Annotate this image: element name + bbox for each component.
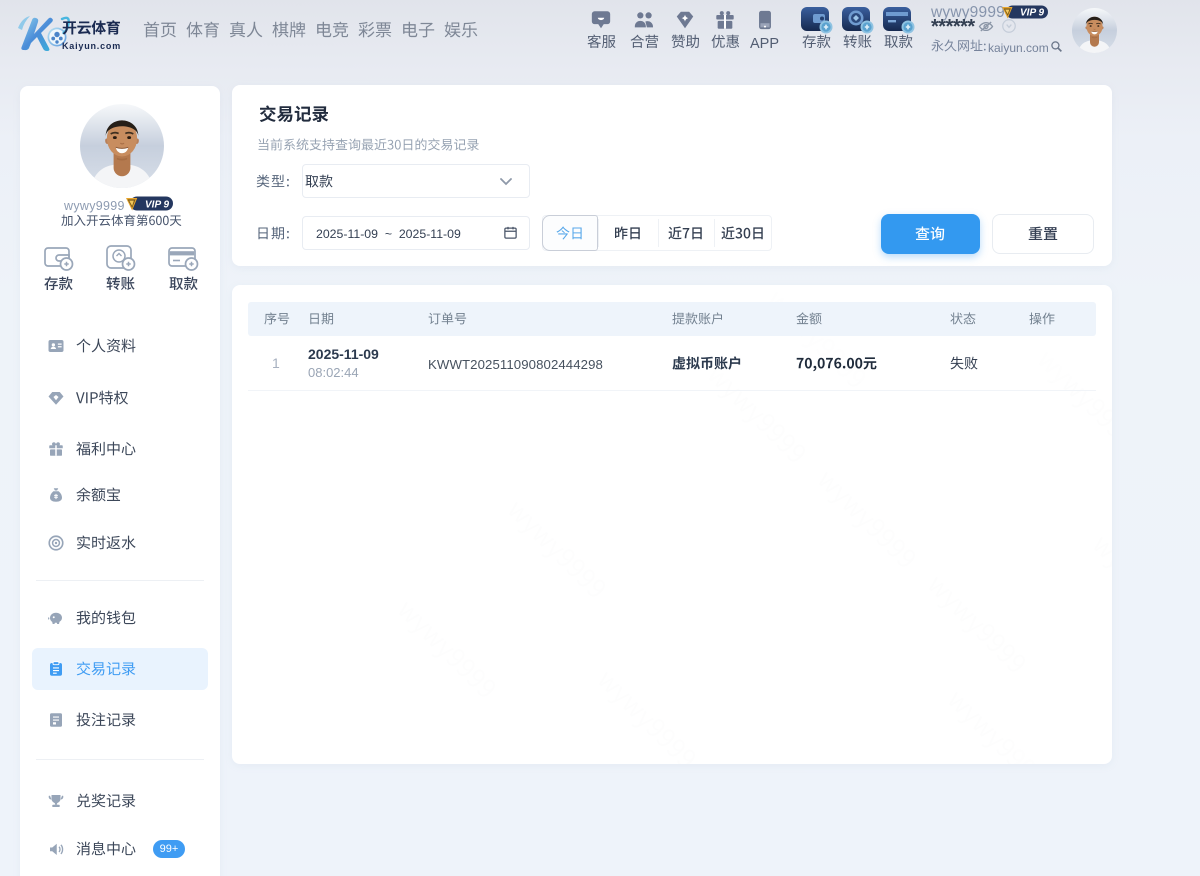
svg-text:VIP 9: VIP 9 (1020, 8, 1045, 19)
svg-text:VIP 9: VIP 9 (145, 200, 170, 211)
